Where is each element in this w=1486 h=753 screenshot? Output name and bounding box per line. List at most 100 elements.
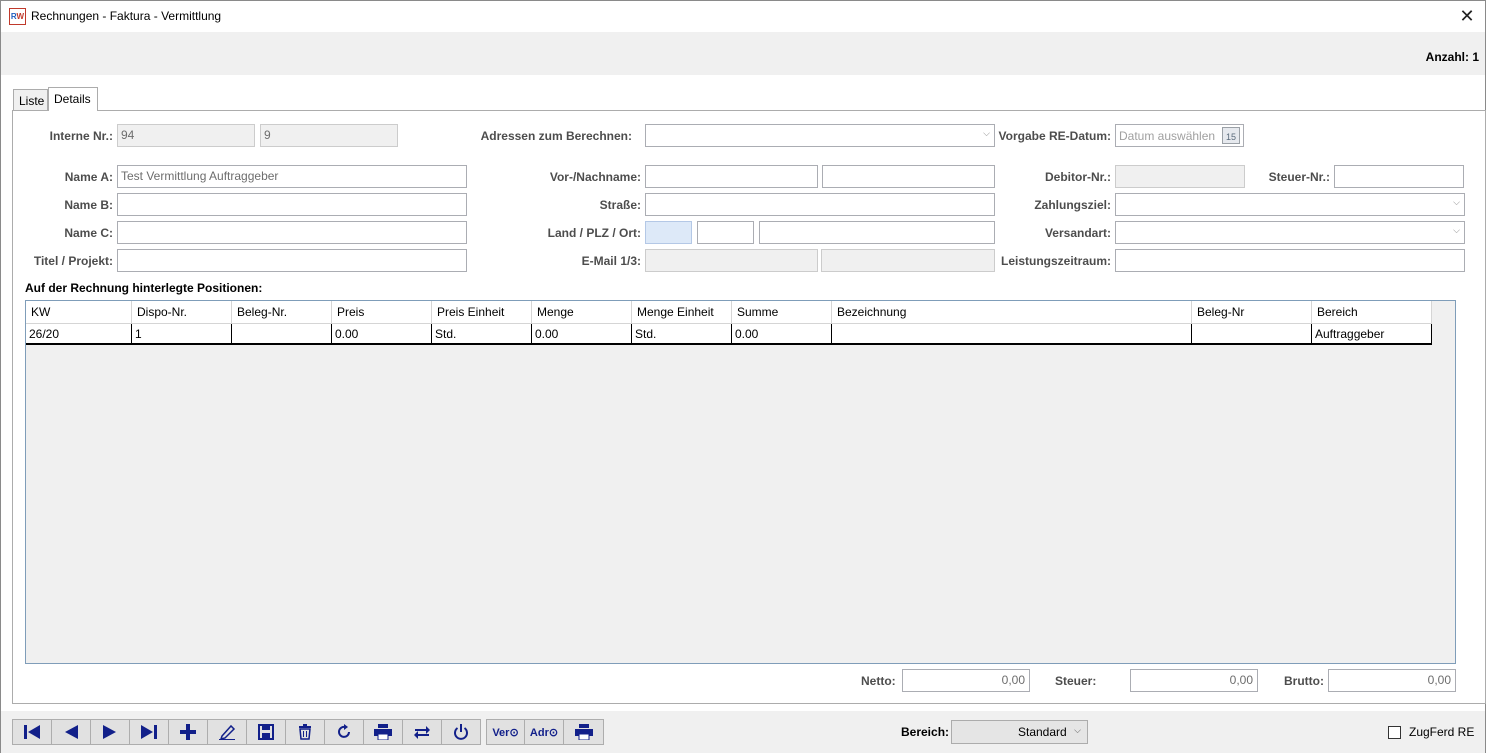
adressen-label: Adressen zum Berechnen:: [480, 129, 632, 143]
cell-summe[interactable]: 0.00: [732, 324, 832, 343]
title-bar: RW Rechnungen - Faktura - Vermittlung ✕: [1, 1, 1485, 32]
table-row[interactable]: 26/20 1 0.00 Std. 0.00 Std. 0.00 Auftrag…: [26, 324, 1432, 345]
tab-details[interactable]: Details: [48, 87, 98, 111]
cell-preis[interactable]: 0.00: [332, 324, 432, 343]
cell-preis-einheit[interactable]: Std.: [432, 324, 532, 343]
vorgabe-re-datum-label: Vorgabe RE-Datum:: [998, 129, 1111, 143]
strasse-field[interactable]: [645, 193, 995, 216]
col-header[interactable]: Dispo-Nr.: [132, 301, 232, 323]
titel-projekt-field[interactable]: [117, 249, 467, 272]
interne-nr-field-2[interactable]: 9: [260, 124, 398, 147]
print-extra-button[interactable]: [563, 719, 604, 745]
window-title: Rechnungen - Faktura - Vermittlung: [31, 9, 222, 23]
debitor-nr-field[interactable]: [1115, 165, 1245, 188]
name-c-field[interactable]: [117, 221, 467, 244]
col-header[interactable]: Preis: [332, 301, 432, 323]
save-icon: [258, 724, 274, 740]
calendar-icon[interactable]: 15: [1222, 127, 1240, 144]
cell-kw[interactable]: 26/20: [26, 324, 132, 343]
brutto-label: Brutto:: [1284, 674, 1324, 688]
power-icon: [454, 724, 468, 740]
bereich-label: Bereich:: [901, 725, 950, 739]
steuer-nr-field[interactable]: [1334, 165, 1464, 188]
cell-dispo-nr[interactable]: 1: [132, 324, 232, 343]
edit-button[interactable]: [207, 719, 247, 745]
bereich-value: Standard: [1018, 725, 1067, 739]
steuer-field[interactable]: 0,00: [1130, 669, 1258, 692]
footer-toolbar: Ver⊙ Adr⊙ Bereich: Standard ⌵ ZugFerd RE: [1, 711, 1485, 753]
col-header[interactable]: Beleg-Nr: [1192, 301, 1312, 323]
print-button[interactable]: [363, 719, 403, 745]
ver-button[interactable]: Ver⊙: [486, 719, 525, 745]
previous-record-button[interactable]: [51, 719, 91, 745]
save-button[interactable]: [246, 719, 286, 745]
debitor-nr-label: Debitor-Nr.:: [1045, 170, 1111, 184]
plz-field[interactable]: [697, 221, 754, 244]
chevron-down-icon: ⌵: [983, 128, 990, 138]
vorname-field[interactable]: [645, 165, 818, 188]
brutto-field[interactable]: 0,00: [1328, 669, 1456, 692]
zahlungsziel-label: Zahlungsziel:: [1034, 198, 1111, 212]
last-icon: [141, 725, 157, 739]
swap-button[interactable]: [402, 719, 442, 745]
grid-header: KW Dispo-Nr. Beleg-Nr. Preis Preis Einhe…: [26, 301, 1432, 324]
col-header[interactable]: Menge Einheit: [632, 301, 732, 323]
app-logo-icon: RW: [9, 8, 26, 25]
col-header[interactable]: Preis Einheit: [432, 301, 532, 323]
col-header[interactable]: Bezeichnung: [832, 301, 1192, 323]
interne-nr-field[interactable]: 94: [117, 124, 255, 147]
previous-icon: [65, 725, 78, 739]
next-record-button[interactable]: [90, 719, 130, 745]
col-header[interactable]: Summe: [732, 301, 832, 323]
add-button[interactable]: [168, 719, 208, 745]
adr-button[interactable]: Adr⊙: [524, 719, 564, 745]
tab-liste[interactable]: Liste: [13, 89, 48, 111]
positions-title: Auf der Rechnung hinterlegte Positionen:: [25, 281, 263, 295]
cell-menge-einheit[interactable]: Std.: [632, 324, 732, 343]
col-header[interactable]: KW: [26, 301, 132, 323]
name-a-field[interactable]: Test Vermittlung Auftraggeber: [117, 165, 467, 188]
plus-icon: [180, 724, 196, 740]
col-header[interactable]: Bereich: [1312, 301, 1432, 323]
last-record-button[interactable]: [129, 719, 169, 745]
nachname-field[interactable]: [822, 165, 995, 188]
cell-menge[interactable]: 0.00: [532, 324, 632, 343]
cell-beleg-nr-2[interactable]: [1192, 324, 1312, 343]
email-label: E-Mail 1/3:: [581, 254, 641, 268]
col-header[interactable]: Beleg-Nr.: [232, 301, 332, 323]
printer-icon: [374, 724, 392, 740]
ort-field[interactable]: [759, 221, 995, 244]
vor-nachname-label: Vor-/Nachname:: [549, 170, 641, 184]
bereich-select[interactable]: Standard ⌵: [951, 720, 1088, 744]
land-field[interactable]: [645, 221, 692, 244]
name-b-field[interactable]: [117, 193, 467, 216]
versandart-label: Versandart:: [1044, 226, 1111, 240]
app-window: RW Rechnungen - Faktura - Vermittlung ✕ …: [0, 0, 1486, 753]
email-3-field[interactable]: [821, 249, 995, 272]
steuer-label: Steuer:: [1055, 674, 1097, 688]
leistungszeitraum-label: Leistungszeitraum:: [1000, 254, 1111, 268]
versandart-select[interactable]: ⌵: [1115, 221, 1465, 244]
email-1-field[interactable]: [645, 249, 818, 272]
adressen-select[interactable]: ⌵: [645, 124, 995, 147]
first-record-button[interactable]: [12, 719, 52, 745]
cell-bezeichnung[interactable]: [832, 324, 1192, 343]
leistungszeitraum-field[interactable]: [1115, 249, 1465, 272]
close-icon[interactable]: ✕: [1457, 5, 1477, 27]
zugferd-checkbox[interactable]: [1388, 726, 1401, 739]
cell-beleg-nr[interactable]: [232, 324, 332, 343]
zugferd-label[interactable]: ZugFerd RE: [1409, 725, 1474, 739]
refresh-icon: [338, 724, 350, 738]
chevron-down-icon: ⌵: [1453, 197, 1460, 207]
vorgabe-re-datum-picker[interactable]: Datum auswählen 15: [1115, 124, 1244, 147]
power-button[interactable]: [441, 719, 481, 745]
date-placeholder: Datum auswählen: [1119, 129, 1216, 143]
positions-grid[interactable]: KW Dispo-Nr. Beleg-Nr. Preis Preis Einhe…: [25, 300, 1456, 664]
col-header[interactable]: Menge: [532, 301, 632, 323]
zahlungsziel-select[interactable]: ⌵: [1115, 193, 1465, 216]
refresh-button[interactable]: [324, 719, 364, 745]
titel-projekt-label: Titel / Projekt:: [33, 254, 113, 268]
cell-bereich[interactable]: Auftraggeber: [1312, 324, 1432, 343]
netto-field[interactable]: 0,00: [902, 669, 1030, 692]
delete-button[interactable]: [285, 719, 325, 745]
